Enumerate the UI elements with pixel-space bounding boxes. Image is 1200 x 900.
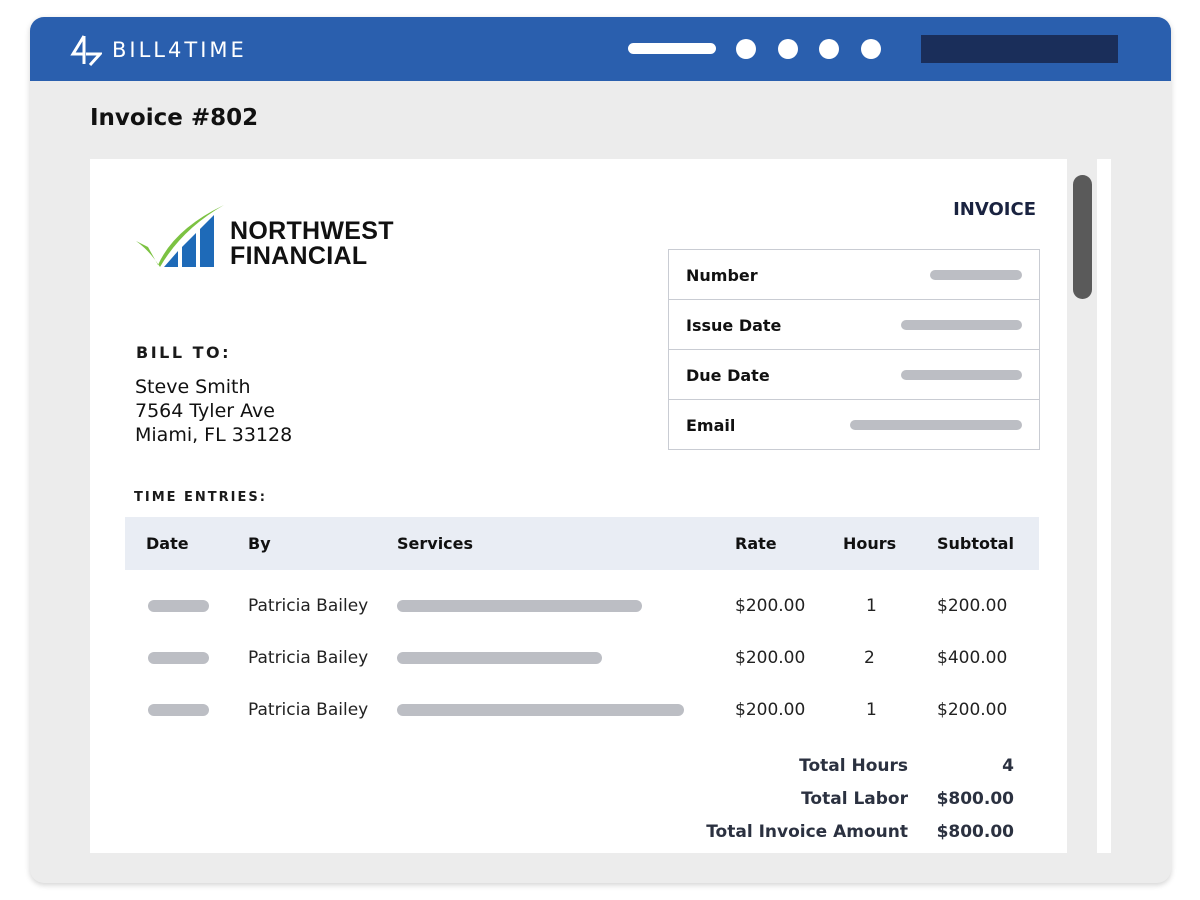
- row-subtotal: $200.00: [937, 700, 1008, 720]
- nav-icon-placeholder[interactable]: [736, 39, 756, 59]
- scrollbar-track[interactable]: [1097, 159, 1111, 853]
- meta-label: Email: [686, 416, 736, 435]
- value-placeholder: [901, 370, 1022, 380]
- bill-to-city: Miami, FL 33128: [135, 424, 293, 446]
- col-by: By: [248, 534, 271, 553]
- row-by: Patricia Bailey: [248, 596, 369, 616]
- nav-icon-placeholder[interactable]: [778, 39, 798, 59]
- meta-label: Due Date: [686, 366, 770, 385]
- meta-row-email: Email: [669, 400, 1039, 449]
- col-hours: Hours: [843, 534, 897, 553]
- invoice-meta-table: Number Issue Date Due Date Email: [668, 249, 1040, 450]
- date-placeholder: [148, 704, 209, 716]
- row-rate: $200.00: [735, 596, 806, 616]
- value-placeholder: [930, 270, 1022, 280]
- app-window: BILL4TIME Invoice #802 NORTHWEST FINANCI…: [30, 17, 1171, 883]
- bill-to-street: 7564 Tyler Ave: [135, 400, 275, 422]
- scrollbar-thumb[interactable]: [1073, 175, 1092, 299]
- bill-to-label: BILL TO:: [136, 343, 232, 362]
- northwest-financial-logo-icon: [136, 205, 224, 267]
- invoice-document: NORTHWEST FINANCIAL INVOICE Number Issue…: [90, 159, 1067, 853]
- meta-row-issue-date: Issue Date: [669, 300, 1039, 350]
- meta-label: Number: [686, 266, 758, 285]
- row-rate: $200.00: [735, 648, 806, 668]
- nav-icon-placeholder[interactable]: [819, 39, 839, 59]
- total-hours-value: 4: [1002, 756, 1014, 776]
- meta-label: Issue Date: [686, 316, 782, 335]
- total-invoice-amount-label: Total Invoice Amount: [706, 822, 908, 842]
- invoice-heading: INVOICE: [953, 199, 1036, 220]
- col-services: Services: [397, 534, 474, 553]
- service-placeholder: [397, 704, 684, 716]
- total-invoice-amount-value: $800.00: [936, 822, 1014, 842]
- time-entries-header: Date By Services Rate Hours Subtotal: [125, 517, 1039, 570]
- nav-menu-placeholder[interactable]: [628, 43, 716, 54]
- row-by: Patricia Bailey: [248, 700, 369, 720]
- app-name: BILL4TIME: [112, 38, 247, 62]
- time-entries-label: TIME ENTRIES:: [134, 490, 267, 505]
- row-by: Patricia Bailey: [248, 648, 369, 668]
- bill4time-logo-icon: [70, 35, 102, 66]
- col-subtotal: Subtotal: [937, 534, 1014, 553]
- col-rate: Rate: [735, 534, 777, 553]
- row-rate: $200.00: [735, 700, 806, 720]
- total-hours-label: Total Hours: [799, 756, 908, 776]
- nav-search-placeholder[interactable]: [921, 35, 1118, 63]
- row-hours: 1: [866, 700, 877, 720]
- brand[interactable]: BILL4TIME: [70, 34, 247, 66]
- row-subtotal: $200.00: [937, 596, 1008, 616]
- company-name-line2: FINANCIAL: [230, 242, 368, 270]
- row-hours: 1: [866, 596, 877, 616]
- meta-row-number: Number: [669, 250, 1039, 300]
- service-placeholder: [397, 652, 602, 664]
- top-nav-bar: BILL4TIME: [30, 17, 1171, 81]
- bill-to-name: Steve Smith: [135, 376, 251, 398]
- company-name: NORTHWEST FINANCIAL: [230, 219, 394, 269]
- nav-icon-placeholder[interactable]: [861, 39, 881, 59]
- total-labor-value: $800.00: [936, 789, 1014, 809]
- value-placeholder: [901, 320, 1022, 330]
- date-placeholder: [148, 600, 209, 612]
- row-subtotal: $400.00: [937, 648, 1008, 668]
- date-placeholder: [148, 652, 209, 664]
- total-labor-label: Total Labor: [801, 789, 908, 809]
- meta-row-due-date: Due Date: [669, 350, 1039, 400]
- company-name-line1: NORTHWEST: [230, 217, 394, 245]
- page-title: Invoice #802: [90, 105, 259, 131]
- service-placeholder: [397, 600, 642, 612]
- value-placeholder: [850, 420, 1022, 430]
- col-date: Date: [146, 534, 189, 553]
- row-hours: 2: [864, 648, 875, 668]
